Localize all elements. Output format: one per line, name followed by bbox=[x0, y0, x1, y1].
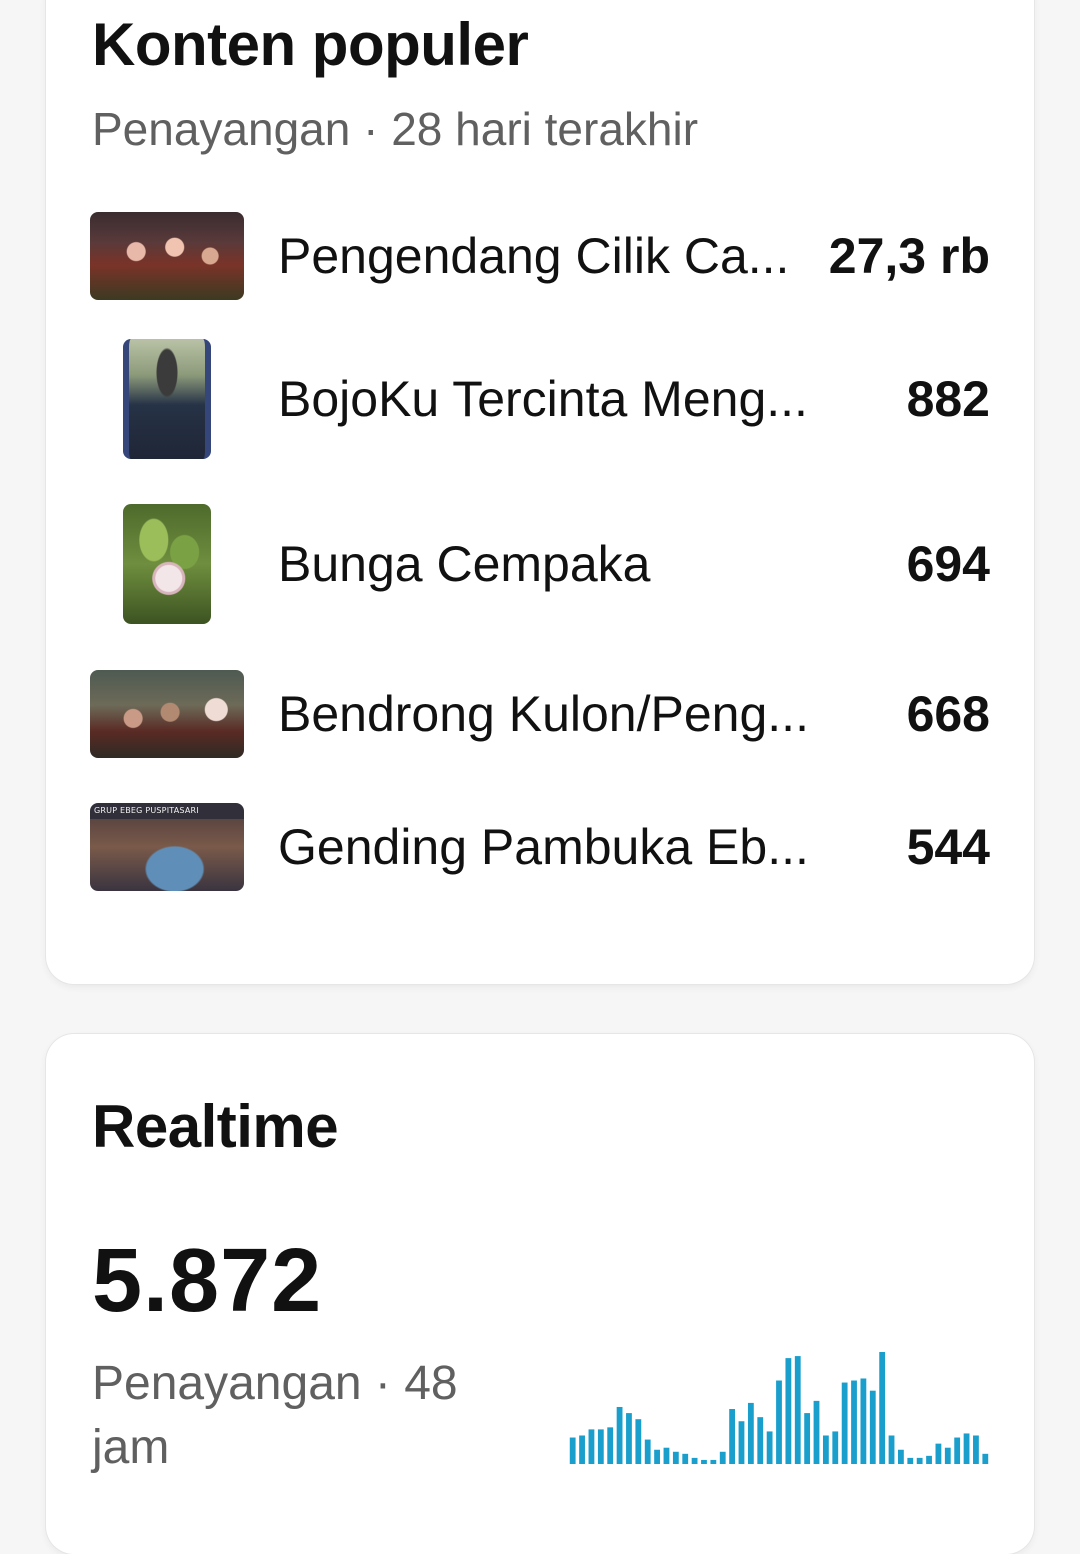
popular-content-card: Konten populer Penayangan · 28 hari tera… bbox=[46, 0, 1034, 984]
realtime-bar-chart bbox=[569, 1352, 989, 1464]
chart-bar bbox=[691, 1457, 698, 1464]
realtime-caption: Penayangan · 48 jam bbox=[92, 1357, 458, 1474]
video-title: Gending Pambuka Eb... bbox=[278, 819, 809, 875]
realtime-title: Realtime bbox=[92, 1093, 339, 1160]
chart-bar bbox=[916, 1457, 923, 1464]
chart-bar bbox=[569, 1437, 576, 1464]
chart-bar bbox=[626, 1413, 632, 1464]
chart-bar bbox=[982, 1453, 989, 1464]
chart-bar bbox=[794, 1356, 801, 1464]
video-title: Bunga Cempaka bbox=[278, 536, 651, 592]
chart-bar bbox=[926, 1455, 932, 1464]
chart-bar bbox=[776, 1380, 782, 1464]
chart-bar bbox=[588, 1429, 595, 1464]
chart-bar bbox=[682, 1453, 689, 1464]
chart-bar bbox=[654, 1449, 660, 1464]
chart-bar bbox=[841, 1382, 848, 1464]
video-thumbnail bbox=[90, 670, 244, 758]
chart-bar bbox=[729, 1409, 736, 1464]
list-item[interactable]: Pengendang Cilik Ca... 27,3 rb bbox=[90, 198, 990, 314]
chart-bar bbox=[757, 1417, 764, 1464]
chart-bar bbox=[635, 1419, 642, 1464]
chart-bar bbox=[898, 1449, 904, 1464]
chart-bar bbox=[616, 1406, 623, 1464]
chart-bar bbox=[607, 1427, 614, 1464]
list-item[interactable]: BojoKu Tercinta Meng... 882 bbox=[90, 314, 990, 484]
video-thumbnail bbox=[123, 339, 211, 459]
chart-bar bbox=[851, 1380, 857, 1464]
chart-bar bbox=[907, 1457, 914, 1464]
chart-bar bbox=[747, 1402, 754, 1464]
popular-content-title: Konten populer bbox=[92, 11, 529, 78]
realtime-view-count: 5.872 bbox=[92, 1231, 323, 1331]
chart-bar bbox=[832, 1431, 839, 1464]
view-count: 882 bbox=[906, 371, 990, 427]
popular-content-subtitle: Penayangan · 28 hari terakhir bbox=[92, 103, 699, 155]
realtime-card: Realtime 5.872 Penayangan · 48 jam bbox=[46, 1034, 1034, 1554]
video-thumbnail bbox=[123, 504, 211, 624]
list-item[interactable]: Bunga Cempaka 694 bbox=[90, 484, 990, 644]
chart-bar bbox=[822, 1435, 829, 1464]
view-count: 544 bbox=[906, 819, 990, 875]
chart-bar bbox=[879, 1352, 886, 1464]
popular-content-list: Pengendang Cilik Ca... 27,3 rb BojoKu Te… bbox=[90, 198, 990, 910]
chart-bar bbox=[785, 1358, 792, 1464]
chart-bar bbox=[860, 1378, 867, 1464]
view-count: 27,3 rb bbox=[828, 228, 990, 284]
chart-bar bbox=[944, 1447, 951, 1464]
view-count: 668 bbox=[906, 686, 990, 742]
list-item[interactable]: Bendrong Kulon/Peng... 668 bbox=[90, 644, 990, 784]
chart-bar bbox=[888, 1435, 895, 1464]
video-title: Pengendang Cilik Ca... bbox=[278, 228, 790, 284]
video-thumbnail bbox=[90, 212, 244, 300]
chart-bar bbox=[954, 1437, 961, 1464]
chart-bar bbox=[813, 1400, 820, 1464]
chart-bar bbox=[935, 1443, 942, 1464]
chart-bar bbox=[963, 1433, 970, 1464]
chart-bar bbox=[738, 1421, 745, 1464]
thumbnail-caption: GRUP EBEG PUSPITASARI bbox=[94, 806, 199, 815]
chart-bar bbox=[869, 1390, 876, 1464]
chart-bar bbox=[710, 1459, 717, 1464]
list-item[interactable]: GRUP EBEG PUSPITASARI Gending Pambuka Eb… bbox=[90, 784, 990, 910]
chart-bar bbox=[973, 1435, 979, 1464]
view-count: 694 bbox=[906, 536, 990, 592]
chart-bar bbox=[804, 1413, 811, 1464]
video-thumbnail: GRUP EBEG PUSPITASARI bbox=[90, 803, 244, 891]
chart-bar bbox=[766, 1431, 773, 1464]
chart-bar bbox=[672, 1451, 679, 1464]
video-title: BojoKu Tercinta Meng... bbox=[278, 371, 808, 427]
chart-bar bbox=[644, 1439, 651, 1464]
chart-bar bbox=[719, 1451, 726, 1464]
video-title: Bendrong Kulon/Peng... bbox=[278, 686, 809, 742]
chart-bar bbox=[579, 1435, 585, 1464]
chart-bar bbox=[663, 1447, 670, 1464]
chart-bar bbox=[597, 1429, 604, 1464]
chart-bar bbox=[701, 1459, 707, 1464]
